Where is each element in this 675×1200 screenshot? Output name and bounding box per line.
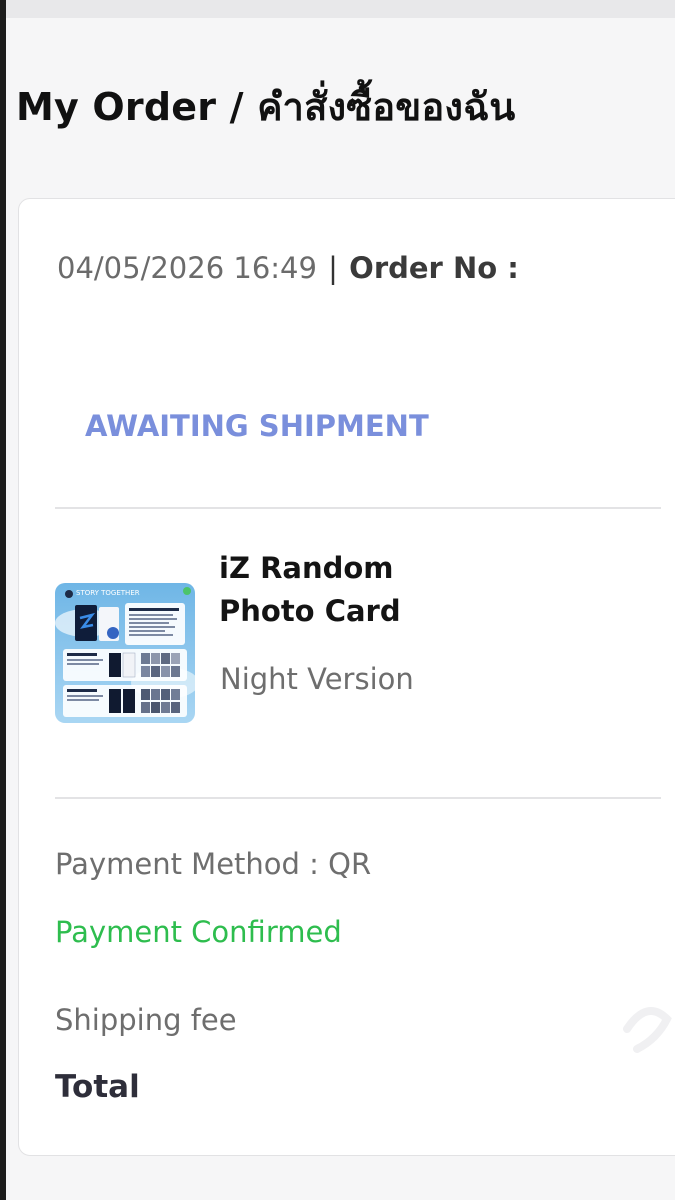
- page-title: My Order / คำสั่งซื้อของฉัน: [16, 85, 516, 129]
- shipping-fee-label: Shipping fee: [55, 1003, 237, 1037]
- thumbnail-headline: STORY TOGETHER: [76, 589, 140, 597]
- order-meta-separator: |: [328, 251, 338, 285]
- product-name[interactable]: iZ Random Photo Card: [219, 547, 439, 633]
- order-card[interactable]: 04/05/2026 16:49 | Order No : AWAITING S…: [18, 198, 675, 1156]
- product-thumbnail[interactable]: STORY TOGETHER: [55, 583, 195, 723]
- order-date-time: 04/05/2026 16:49: [57, 251, 317, 285]
- order-status: AWAITING SHIPMENT: [85, 409, 429, 443]
- total-label: Total: [55, 1069, 140, 1105]
- top-bar: [6, 0, 675, 18]
- order-meta: 04/05/2026 16:49 | Order No :: [57, 251, 519, 285]
- divider: [55, 507, 661, 509]
- divider: [55, 797, 661, 799]
- payment-method: Payment Method : QR: [55, 847, 372, 881]
- watermark-icon: [623, 1007, 672, 1053]
- payment-status: Payment Confirmed: [55, 915, 342, 949]
- order-number-label: Order No :: [349, 251, 519, 285]
- window-edge: [0, 0, 6, 1200]
- product-variant: Night Version: [220, 662, 414, 696]
